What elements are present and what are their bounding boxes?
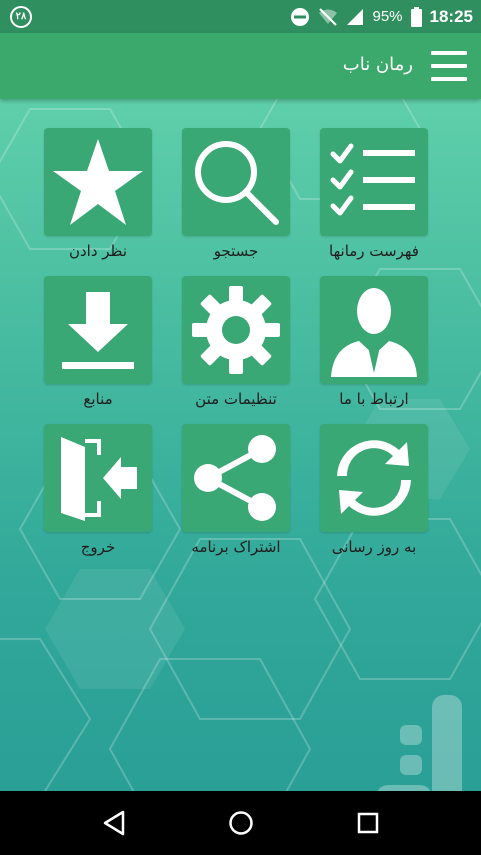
refresh-icon — [337, 440, 411, 516]
menu-tile-label: فهرست رمانها — [329, 242, 419, 260]
menu-tile-search[interactable]: جستجو — [182, 128, 290, 260]
wifi-off-icon — [319, 7, 338, 26]
app-title: رمان ناب — [342, 54, 413, 75]
battery-icon — [410, 6, 422, 27]
status-bar: ۲۸ 95% 18:25 — [0, 0, 481, 33]
person-contact-icon — [331, 288, 417, 377]
do-not-disturb-icon — [291, 7, 310, 26]
exit-door-icon — [61, 437, 137, 521]
menu-tile-label: جستجو — [213, 242, 259, 260]
menu-tile-label: منابع — [83, 390, 113, 408]
menu-tile-rate[interactable]: نظر دادن — [44, 128, 152, 260]
menu-tile-text-settings[interactable]: تنظیمات متن — [182, 276, 290, 408]
notification-badge: ۲۸ — [10, 5, 32, 28]
menu-tile-contact[interactable]: ارتباط با ما — [320, 276, 428, 408]
menu-tile-label: تنظیمات متن — [195, 390, 277, 408]
menu-tile-label: نظر دادن — [68, 242, 128, 260]
battery-percent: 95% — [372, 8, 403, 25]
search-icon — [195, 141, 279, 225]
app-bar: رمان ناب — [0, 33, 481, 99]
system-nav-bar — [0, 791, 481, 855]
gear-icon — [192, 286, 280, 374]
menu-tile-label: ارتباط با ما — [339, 390, 409, 408]
clock: 18:25 — [429, 6, 473, 26]
checklist-icon — [330, 143, 415, 216]
menu-tile-share[interactable]: اشتراک برنامه — [182, 424, 290, 556]
download-icon — [62, 292, 134, 369]
menu-tile-sources[interactable]: منابع — [44, 276, 152, 408]
hamburger-menu-icon[interactable] — [431, 51, 467, 81]
home-icon[interactable] — [221, 803, 261, 843]
main-content: فهرست رمانها جستجو نظر دادن ارتباط با ما… — [0, 99, 481, 791]
menu-tile-label: به روز رسانی — [331, 538, 417, 556]
menu-tile-exit[interactable]: خروج — [44, 424, 152, 556]
menu-tile-update[interactable]: به روز رسانی — [320, 424, 428, 556]
menu-tile-novel-list[interactable]: فهرست رمانها — [320, 128, 428, 260]
signal-icon — [347, 8, 364, 25]
menu-tile-label: خروج — [80, 538, 116, 556]
recent-apps-icon[interactable] — [348, 803, 388, 843]
star-icon — [53, 139, 143, 225]
back-icon[interactable] — [94, 803, 134, 843]
store-watermark-logo — [377, 695, 462, 791]
share-icon — [194, 435, 276, 521]
menu-tile-label: اشتراک برنامه — [191, 538, 281, 556]
